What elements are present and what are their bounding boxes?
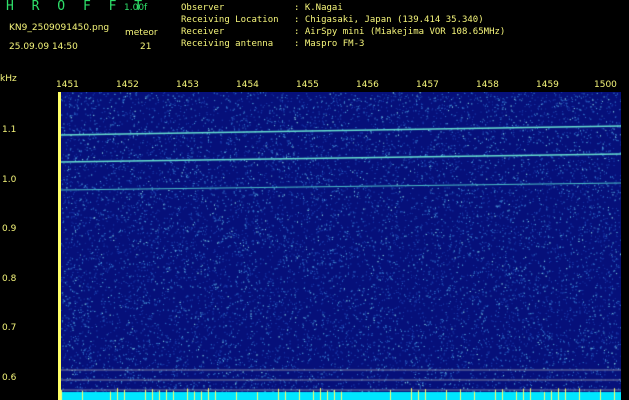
x-tick: 1452 [116,80,139,90]
spectrogram-canvas [61,92,621,400]
meteor-count: 21 [140,42,152,52]
x-tick: 1457 [416,80,439,90]
x-tick: 1455 [296,80,319,90]
meteor-label: meteor [125,28,158,38]
x-tick: 1459 [536,80,559,90]
y-tick: 1.1 [2,125,17,135]
observer-value: : K.Nagai [294,3,343,13]
y-axis-unit: kHz [0,74,17,84]
x-tick: 1500 [594,80,617,90]
y-tick: 1.0 [2,175,17,185]
observer-key: Observer [181,3,225,13]
antenna-value: : Maspro FM-3 [294,39,365,49]
x-tick: 1453 [176,80,199,90]
y-tick: 0.6 [2,373,17,383]
y-tick: 0.8 [2,274,17,284]
file-name: KN9_2509091450.png [9,23,110,33]
y-tick: 0.7 [2,323,17,333]
x-tick: 1451 [56,80,79,90]
location-key: Receiving Location [181,15,279,25]
location-value: : Chigasaki, Japan (139.414 35.340) [294,15,484,25]
x-tick: 1458 [476,80,499,90]
app-version: 1.00f [124,3,148,13]
receiver-key: Receiver [181,27,225,37]
y-tick: 0.9 [2,224,17,234]
x-tick: 1456 [356,80,379,90]
antenna-key: Receiving antenna [181,39,274,49]
receiver-value: : AirSpy mini (Miakejima VOR 108.65MHz) [294,27,506,37]
timestamp: 25.09.09 14:50 [9,42,78,52]
x-tick: 1454 [236,80,259,90]
